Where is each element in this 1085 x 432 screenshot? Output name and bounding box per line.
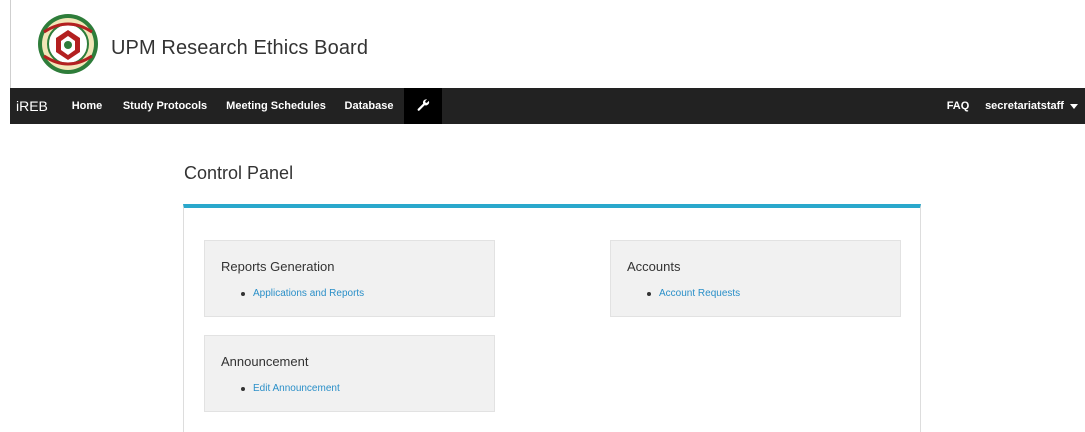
user-menu[interactable]: secretariatstaff xyxy=(978,88,1085,124)
announcement-box: Announcement Edit Announcement xyxy=(204,335,495,412)
reports-generation-title: Reports Generation xyxy=(221,259,335,274)
nav-tools[interactable] xyxy=(404,88,442,124)
top-navbar: iREB Home Study Protocols Meeting Schedu… xyxy=(10,88,1085,124)
nav-study-protocols[interactable]: Study Protocols xyxy=(112,88,218,124)
page-title: Control Panel xyxy=(184,163,294,183)
left-divider xyxy=(10,0,11,88)
nav-meeting-schedules[interactable]: Meeting Schedules xyxy=(218,88,334,124)
nav-database[interactable]: Database xyxy=(334,88,404,124)
nav-home[interactable]: Home xyxy=(62,88,112,124)
site-title: UPM Research Ethics Board xyxy=(111,37,369,59)
wrench-icon xyxy=(417,99,430,111)
list-bullet xyxy=(647,292,651,296)
nav-faq[interactable]: FAQ xyxy=(938,88,978,124)
caret-down-icon xyxy=(1069,103,1078,109)
accounts-box: Accounts Account Requests xyxy=(610,240,901,317)
announcement-title: Announcement xyxy=(221,354,309,369)
brand-header: UPM Research Ethics Board xyxy=(0,0,1085,88)
page: UPM Research Ethics Board iREB Home Stud… xyxy=(0,0,1085,432)
user-menu-label: secretariatstaff xyxy=(985,100,1064,112)
reports-generation-box: Reports Generation Applications and Repo… xyxy=(204,240,495,317)
list-bullet xyxy=(241,292,245,296)
control-panel: Reports Generation Applications and Repo… xyxy=(183,204,921,432)
navbar-brand[interactable]: iREB xyxy=(10,88,62,124)
edit-announcement-link[interactable]: Edit Announcement xyxy=(253,382,340,396)
accounts-title: Accounts xyxy=(627,259,681,274)
account-requests-link[interactable]: Account Requests xyxy=(659,287,740,301)
university-seal-icon[interactable] xyxy=(36,12,100,76)
applications-and-reports-link[interactable]: Applications and Reports xyxy=(253,287,364,301)
list-bullet xyxy=(241,387,245,391)
